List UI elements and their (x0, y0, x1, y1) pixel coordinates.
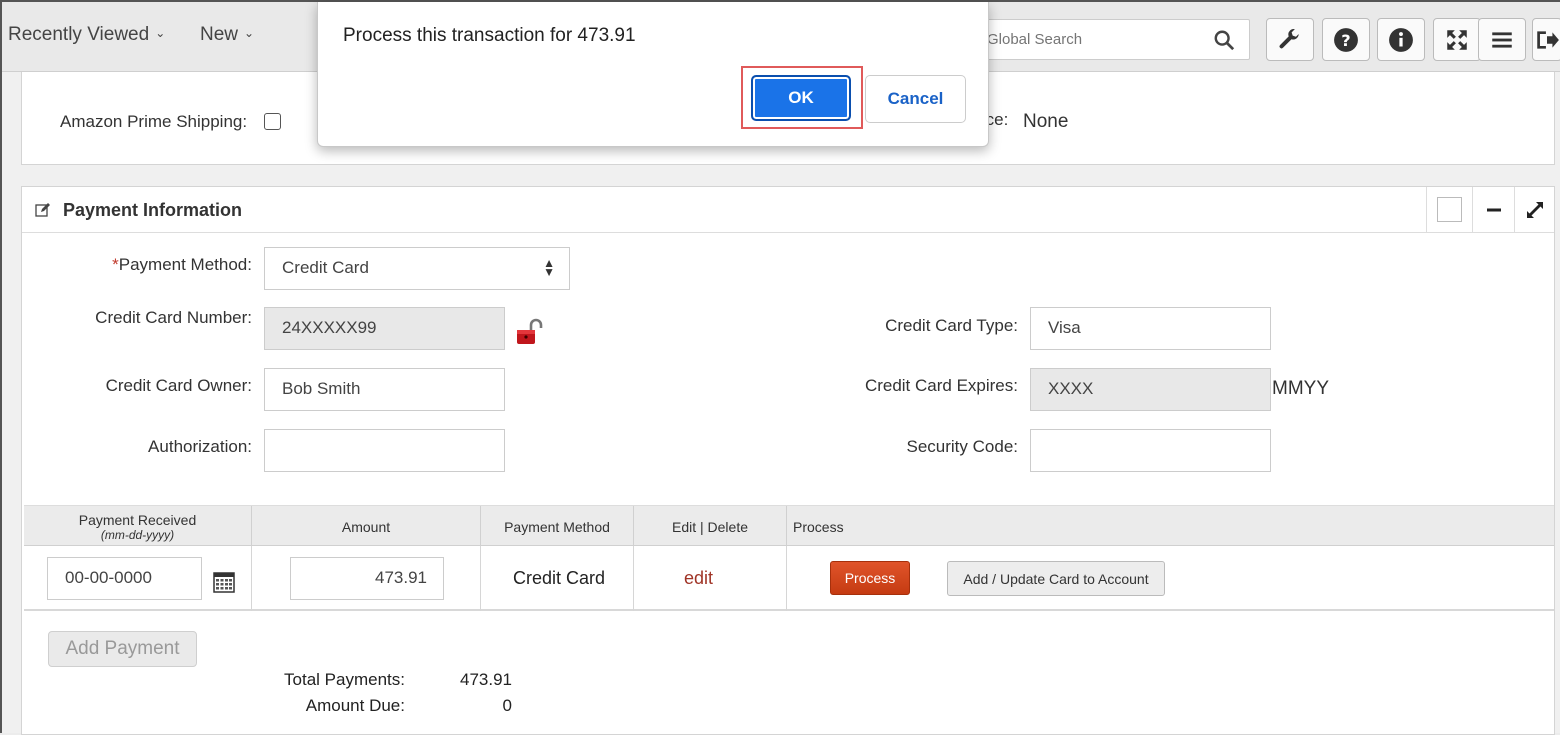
info-icon (1389, 27, 1413, 52)
recently-viewed-menu[interactable]: Recently Viewed ⌄ (8, 24, 165, 46)
edit-icon (35, 203, 50, 217)
logout-button[interactable] (1532, 18, 1560, 61)
cc-expires-label: Credit Card Expires: (864, 376, 1018, 395)
chevron-down-icon: ⌄ (155, 26, 166, 40)
select-caret-icon: ▲ ▼ (543, 256, 555, 279)
cell-method: Credit Card (481, 546, 634, 611)
cc-type-field[interactable]: Visa (1030, 307, 1271, 350)
collapse-button[interactable] (1472, 187, 1514, 232)
cell-date: 00-00-0000 (24, 546, 252, 611)
col-payment-method: Payment Method (481, 506, 634, 547)
cell-amount: 473.91 (252, 546, 481, 611)
maximize-button[interactable] (1514, 187, 1554, 232)
cc-expires-field: XXXX (1030, 368, 1271, 411)
expand-icon (1447, 29, 1467, 50)
total-payments-label: Total Payments: (284, 670, 405, 689)
cc-owner-label: Credit Card Owner: (105, 376, 252, 395)
table-row: 00-00-0000 473.91 Credit Card edit Proce… (24, 546, 1554, 611)
security-code-field[interactable] (1030, 429, 1271, 472)
amazon-prime-checkbox[interactable] (264, 113, 281, 130)
source-value: None (1023, 111, 1069, 132)
panel-title: Payment Information (63, 200, 243, 220)
total-payments-value: 473.91 (460, 670, 512, 689)
authorization-label: Authorization: (148, 437, 252, 456)
col-amount: Amount (252, 506, 481, 547)
global-search-input[interactable] (985, 30, 1205, 49)
cc-number-field: 24XXXXX99 (264, 307, 505, 350)
cc-expires-hint: MMYY (1272, 378, 1329, 399)
minus-icon (1486, 208, 1501, 211)
col-process: Process (793, 518, 844, 535)
svg-text:?: ? (1341, 30, 1350, 49)
unlock-icon[interactable] (515, 317, 545, 347)
fullscreen-button[interactable] (1433, 18, 1481, 61)
cc-number-label: Credit Card Number: (95, 308, 252, 327)
cc-owner-field[interactable]: Bob Smith (264, 368, 505, 411)
confirm-dialog: Process this transaction for 473.91 OK C… (317, 2, 989, 147)
global-search (974, 19, 1250, 60)
new-menu[interactable]: New ⌄ (200, 24, 254, 46)
wrench-icon (1279, 28, 1299, 48)
square-icon (1437, 197, 1462, 222)
add-payment-button[interactable]: Add Payment (48, 631, 197, 667)
payment-method-select[interactable]: Credit Card ▲ ▼ (264, 247, 570, 290)
calendar-icon[interactable] (213, 571, 235, 593)
col-payment-received: Payment Received (mm-dd-yyyy) (24, 506, 252, 547)
payment-amount-input[interactable]: 473.91 (290, 557, 444, 600)
edit-link[interactable]: edit (684, 568, 713, 589)
panel-header: Payment Information (22, 187, 1554, 233)
col-edit-delete: Edit | Delete (634, 506, 787, 547)
search-icon[interactable] (1213, 29, 1235, 51)
payment-date-input[interactable]: 00-00-0000 (47, 557, 202, 600)
help-icon: ? (1334, 27, 1358, 52)
payment-information-panel: Payment Information *Payment Method: Cre… (21, 186, 1555, 735)
recently-viewed-label: Recently Viewed (8, 24, 150, 45)
logout-icon (1537, 30, 1559, 49)
menu-icon (1492, 31, 1512, 48)
payment-method-label: *Payment Method: (112, 255, 252, 274)
payment-method-cell-text: Credit Card (513, 568, 606, 588)
new-label: New (200, 24, 239, 45)
menu-button[interactable] (1478, 18, 1526, 61)
panel-select-button[interactable] (1426, 187, 1472, 232)
ok-button[interactable]: OK (751, 75, 851, 121)
maximize-icon (1526, 201, 1543, 218)
add-update-card-button[interactable]: Add / Update Card to Account (947, 561, 1165, 596)
authorization-field[interactable] (264, 429, 505, 472)
dialog-message: Process this transaction for 473.91 (343, 25, 636, 46)
amount-due-value: 0 (502, 696, 512, 715)
info-button[interactable] (1377, 18, 1425, 61)
security-code-label: Security Code: (906, 437, 1019, 456)
cancel-button[interactable]: Cancel (865, 75, 966, 123)
payment-method-value: Credit Card (282, 258, 369, 277)
amazon-prime-label: Amazon Prime Shipping: (60, 112, 248, 131)
amount-due-label: Amount Due: (305, 696, 405, 715)
settings-button[interactable] (1266, 18, 1314, 61)
chevron-down-icon: ⌄ (244, 26, 255, 40)
cc-type-label: Credit Card Type: (885, 316, 1018, 335)
payments-table-header: Payment Received (mm-dd-yyyy) Amount Pay… (24, 505, 1554, 547)
help-button[interactable]: ? (1322, 18, 1370, 61)
process-button[interactable]: Process (830, 561, 910, 595)
